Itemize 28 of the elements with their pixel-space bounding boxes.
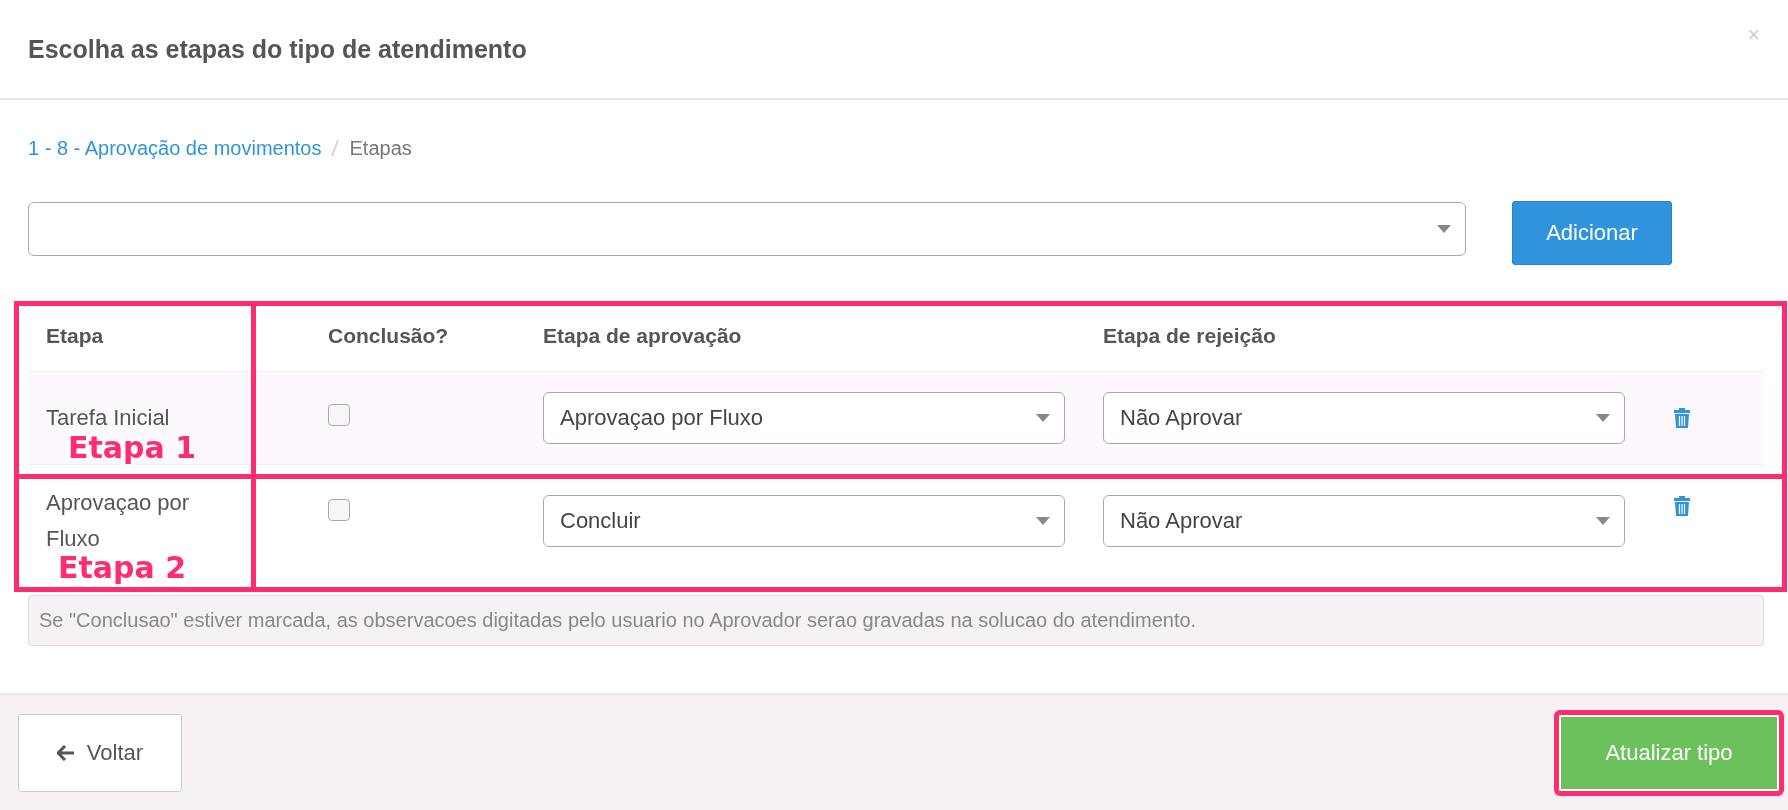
- rejection-select[interactable]: Não Aprovar: [1103, 392, 1625, 444]
- step-name: Aprovaçao por Fluxo: [46, 489, 191, 553]
- dialog-title: Escolha as etapas do tipo de atendimento: [28, 34, 527, 64]
- step-name: Tarefa Inicial: [46, 404, 170, 432]
- annotation-label: Etapa 2: [58, 553, 187, 583]
- caret-icon: [1036, 414, 1050, 422]
- checkbox[interactable]: [328, 499, 350, 521]
- column-header: Conclusão?: [327, 324, 450, 348]
- annotation-label: Etapa 1: [68, 433, 197, 463]
- approval-select[interactable]: Concluir: [543, 495, 1065, 547]
- caret-icon: [1596, 517, 1610, 525]
- caret-icon: [1437, 225, 1451, 233]
- column-header: Etapa: [45, 324, 105, 348]
- breadcrumb-separator-icon: [331, 139, 340, 157]
- info-note: Se "Conclusao" estiver marcada, as observacoes digitadas pelo usuario no Aprovador serao gravadas na solucao do atendimento.: [28, 595, 1764, 646]
- arrow-left-icon: [56, 744, 75, 761]
- checkbox[interactable]: [328, 404, 350, 426]
- column-header: Etapa de aprovação: [542, 324, 743, 348]
- approval-select[interactable]: Aprovaçao por Fluxo: [543, 392, 1065, 444]
- trash-icon[interactable]: [1673, 495, 1691, 517]
- step-select[interactable]: [28, 202, 1466, 256]
- back-button[interactable]: Voltar: [18, 713, 182, 792]
- caret-icon: [1036, 517, 1050, 525]
- breadcrumb-current: Etapas: [349, 136, 412, 160]
- caret-icon: [1596, 414, 1610, 422]
- rejection-select[interactable]: Não Aprovar: [1103, 495, 1625, 547]
- trash-icon[interactable]: [1673, 407, 1691, 429]
- column-header: Etapa de rejeição: [1102, 324, 1277, 348]
